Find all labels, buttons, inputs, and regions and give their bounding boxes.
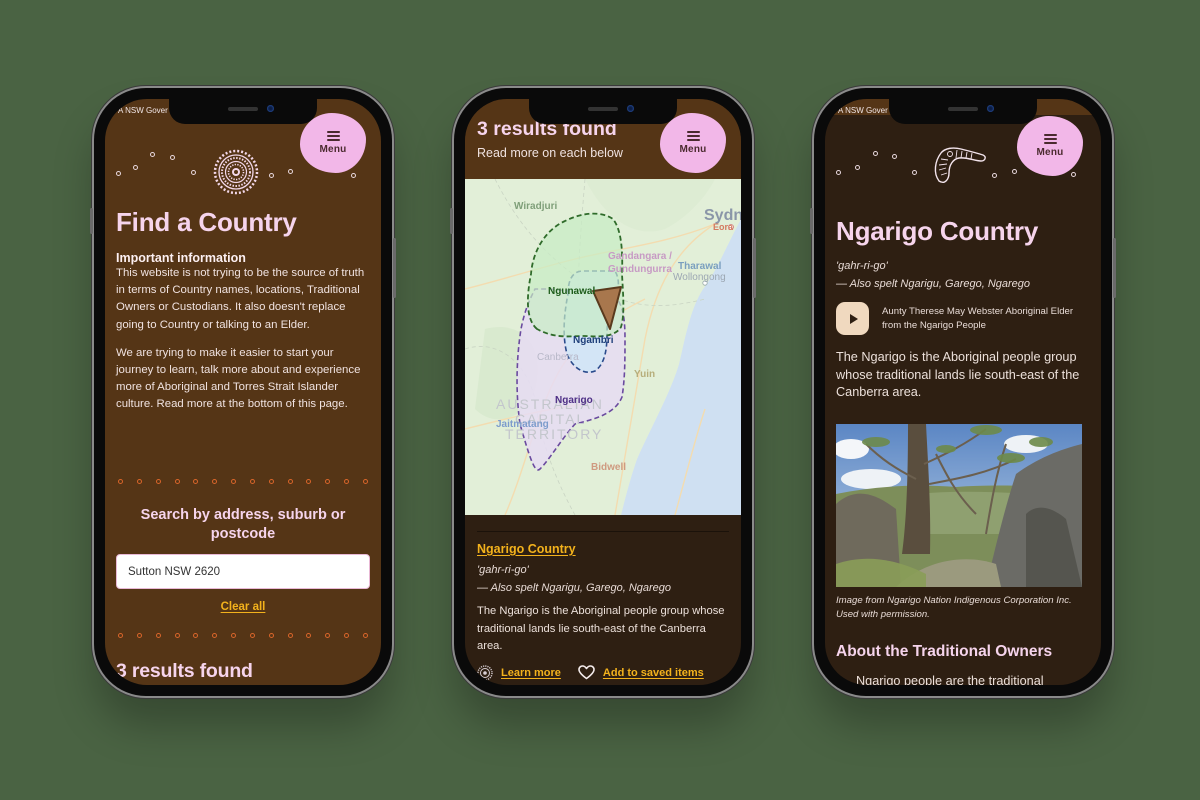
- divider: [477, 531, 729, 532]
- traditional-owners-text: Ngarigo people are the traditional: [856, 674, 1044, 685]
- map-label-ngambri: Ngambri: [573, 335, 614, 346]
- map-label: Eora: [713, 222, 734, 232]
- phone-notch: [529, 99, 677, 124]
- orange-dot-divider: [116, 479, 370, 484]
- landscape-photo: [836, 424, 1082, 587]
- image-caption: Image from Ngarigo Nation Indigenous Cor…: [836, 595, 1072, 620]
- menu-label: Menu: [1036, 147, 1064, 158]
- screen: A NSW Gover Menu: [825, 99, 1101, 685]
- page-title: Find a Country: [116, 207, 297, 237]
- phone-side-button: [450, 208, 453, 234]
- phone-find-a-country: A NSW Gover Menu Find a Country Importan…: [90, 88, 396, 696]
- menu-button[interactable]: Menu: [660, 113, 726, 173]
- learn-more-link[interactable]: Learn more: [501, 667, 561, 679]
- country-title: Ngarigo Country: [836, 216, 1039, 246]
- map-label: Gundungurra: [608, 264, 672, 275]
- play-icon: [849, 313, 858, 324]
- menu-button[interactable]: Menu: [1017, 116, 1083, 176]
- phone-side-button: [393, 238, 396, 298]
- important-info-heading: Important information: [116, 251, 246, 265]
- pronunciation: 'gahr-ri-go': [477, 564, 529, 576]
- map-label: Yuin: [634, 369, 656, 380]
- orange-dot-divider: [116, 633, 370, 638]
- boomerang-icon: [931, 143, 987, 190]
- result-title-link[interactable]: Ngarigo Country: [477, 542, 576, 556]
- audio-caption: Aunty Therese May Webster Aboriginal Eld…: [882, 306, 1074, 331]
- search-heading: Search by address, suburb or postcode: [140, 507, 346, 542]
- hamburger-icon: [326, 131, 340, 141]
- result-card: Ngarigo Country 'gahr-ri-go' — Also spel…: [477, 531, 729, 681]
- add-to-saved-link[interactable]: Add to saved items: [603, 667, 704, 679]
- phone-results-map: 3 results found Read more on each below …: [450, 88, 756, 696]
- phone-notch: [169, 99, 317, 124]
- also-spelt: — Also spelt Ngarigu, Garego, Ngarego: [836, 278, 1031, 290]
- phone-side-button: [810, 208, 813, 234]
- menu-label: Menu: [679, 144, 707, 155]
- screen: 3 results found Read more on each below …: [465, 99, 741, 685]
- pronunciation: 'gahr-ri-go': [836, 260, 888, 272]
- map-label: Bidwell: [591, 462, 627, 473]
- map-label-ngarigo: Ngarigo: [555, 395, 593, 406]
- hamburger-icon: [686, 131, 700, 141]
- phone-side-button: [753, 238, 756, 298]
- phone-side-button: [1113, 238, 1116, 298]
- screen: A NSW Gover Menu: [105, 99, 381, 685]
- intro-text: We are trying to make it easier to start…: [116, 346, 361, 411]
- map-label: TERRITORY: [505, 426, 604, 442]
- heart-icon[interactable]: [578, 665, 595, 680]
- country-map[interactable]: Wiradjuri Sydn Eora Gandangara / Gundung…: [465, 179, 741, 515]
- map-label: Gandangara /: [608, 251, 672, 262]
- phone-side-button: [90, 208, 93, 234]
- country-description: The Ngarigo is the Aboriginal people gro…: [836, 350, 1080, 399]
- results-subtitle: Read more on each below: [477, 146, 623, 160]
- map-label: Wiradjuri: [514, 201, 558, 212]
- phone-country-detail: A NSW Gover Menu Ngarigo Country 'gahr-r…: [810, 88, 1116, 696]
- traditional-owners-heading: About the Traditional Owners: [836, 643, 1053, 660]
- concentric-dot-circle-icon: [213, 149, 259, 195]
- hamburger-icon: [1043, 134, 1057, 144]
- important-info-text: This website is not trying to be the sou…: [116, 267, 365, 331]
- also-spelt: — Also spelt Ngarigu, Garego, Ngarego: [477, 582, 672, 594]
- play-audio-button[interactable]: [836, 302, 869, 335]
- map-label: Tharawal: [678, 261, 722, 272]
- menu-label: Menu: [319, 144, 347, 155]
- nsw-gov-banner[interactable]: A NSW Gover: [118, 106, 176, 115]
- phone-notch: [889, 99, 1037, 124]
- results-heading: 3 results found: [116, 660, 253, 682]
- concentric-dot-circle-icon: [477, 664, 493, 681]
- clear-all-link[interactable]: Clear all: [221, 601, 266, 613]
- menu-button[interactable]: Menu: [300, 113, 366, 173]
- search-input[interactable]: [116, 554, 370, 589]
- map-label-ngunawal: Ngunawal: [548, 286, 596, 297]
- result-description: The Ngarigo is the Aboriginal people gro…: [477, 605, 725, 652]
- map-label: Canberra: [537, 352, 579, 363]
- nsw-gov-banner[interactable]: A NSW Gover: [838, 106, 896, 115]
- map-label: Wollongong: [673, 272, 726, 283]
